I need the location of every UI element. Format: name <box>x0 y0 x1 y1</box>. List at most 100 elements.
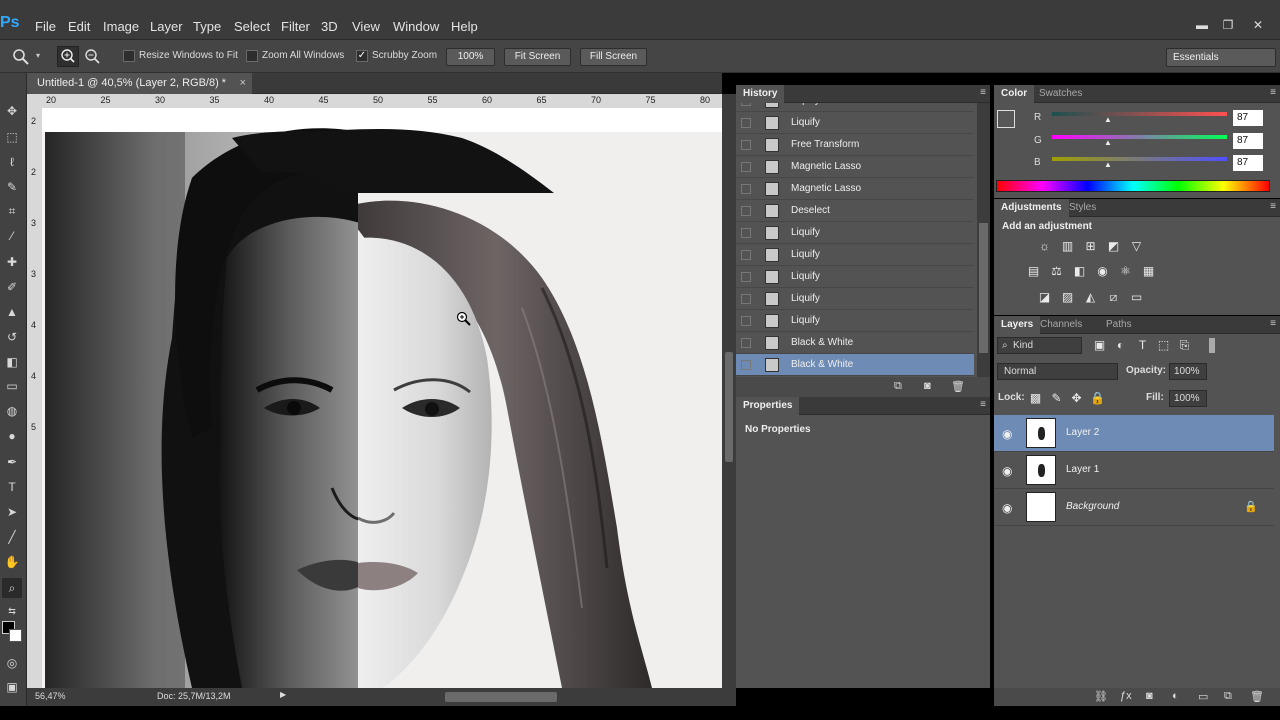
history-item[interactable]: Liquify <box>736 112 974 134</box>
gradient-tool-icon[interactable]: ▭ <box>2 376 22 396</box>
history-source-checkbox[interactable] <box>741 140 751 150</box>
blur-tool-icon[interactable]: ◍ <box>2 401 22 421</box>
fill-screen-button[interactable]: Fill Screen <box>580 48 647 66</box>
layer-row[interactable]: ◉ Layer 1 <box>994 452 1274 489</box>
zoom-tool-icon[interactable]: ⌕ <box>2 578 22 598</box>
new-layer-icon[interactable]: ⧉ <box>1224 690 1232 703</box>
history-source-checkbox[interactable] <box>741 162 751 172</box>
red-value-input[interactable]: 87 <box>1233 110 1263 126</box>
lock-position-icon[interactable]: ✥ <box>1069 391 1084 406</box>
screen-mode-icon[interactable]: ▣ <box>2 677 22 697</box>
green-slider[interactable] <box>1052 135 1227 139</box>
tab-swatches[interactable]: Swatches <box>1032 85 1089 103</box>
layer-style-fx-icon[interactable]: ƒx <box>1120 690 1132 702</box>
crop-tool-icon[interactable]: ⌗ <box>2 201 22 221</box>
tab-color[interactable]: Color <box>994 85 1035 103</box>
blue-slider-thumb[interactable]: ▲ <box>1104 160 1112 169</box>
eyedropper-tool-icon[interactable]: ⁄ <box>2 226 22 246</box>
menu-3d[interactable]: 3D <box>321 19 338 34</box>
filter-smart-object-icon[interactable]: ⎘ <box>1177 338 1192 353</box>
history-item[interactable]: Black & White <box>736 354 974 376</box>
color-panel-menu-icon[interactable]: ≡ <box>1270 87 1276 98</box>
layer-row[interactable]: ◉ Layer 2 <box>994 415 1274 452</box>
brightness-contrast-icon[interactable]: ☼ <box>1037 239 1052 254</box>
dodge-tool-icon[interactable]: ● <box>2 426 22 446</box>
color-lookup-icon[interactable]: ▦ <box>1141 264 1156 279</box>
filter-type-icon[interactable]: T <box>1135 338 1150 353</box>
black-white-icon[interactable]: ◧ <box>1072 264 1087 279</box>
canvas-horizontal-scroll-thumb[interactable] <box>445 692 557 702</box>
visibility-eye-icon[interactable]: ◉ <box>1002 501 1012 515</box>
zoom-tool-icon[interactable] <box>12 48 30 66</box>
zoom-level[interactable]: 56,47% <box>35 691 66 701</box>
delete-state-trash-icon[interactable]: 🗑 <box>951 380 965 393</box>
color-balance-icon[interactable]: ⚖ <box>1049 264 1064 279</box>
add-mask-icon[interactable]: ◙ <box>1146 690 1153 702</box>
blue-slider[interactable] <box>1052 157 1227 161</box>
menu-type[interactable]: Type <box>193 19 221 34</box>
history-source-checkbox[interactable] <box>741 360 751 370</box>
visibility-eye-icon[interactable]: ◉ <box>1002 464 1012 478</box>
delete-layer-trash-icon[interactable]: 🗑 <box>1250 690 1264 703</box>
lasso-tool-icon[interactable]: ℓ <box>2 152 22 172</box>
adjustments-panel-menu-icon[interactable]: ≡ <box>1270 201 1276 212</box>
lock-transparency-icon[interactable]: ▩ <box>1028 391 1043 406</box>
history-item[interactable]: Liquify <box>736 244 974 266</box>
menu-view[interactable]: View <box>352 19 380 34</box>
invert-icon[interactable]: ◪ <box>1037 290 1052 305</box>
history-source-checkbox[interactable] <box>741 103 751 106</box>
move-tool-icon[interactable]: ✥ <box>2 101 22 121</box>
close-document-icon[interactable]: × <box>240 73 246 94</box>
menu-filter[interactable]: Filter <box>281 19 310 34</box>
document-canvas[interactable] <box>42 108 722 688</box>
menu-file[interactable]: File <box>35 19 56 34</box>
blue-value-input[interactable]: 87 <box>1233 155 1263 171</box>
zoom-out-icon[interactable] <box>84 48 102 66</box>
fit-screen-button[interactable]: Fit Screen <box>504 48 571 66</box>
red-slider[interactable] <box>1052 112 1227 116</box>
curves-icon[interactable]: ⊞ <box>1083 239 1098 254</box>
layers-panel-menu-icon[interactable]: ≡ <box>1270 318 1276 329</box>
zoom-all-windows-checkbox[interactable] <box>246 50 258 62</box>
tab-history[interactable]: History <box>736 85 785 103</box>
photo-filter-icon[interactable]: ◉ <box>1095 264 1110 279</box>
layer-name[interactable]: Layer 1 <box>1066 464 1099 475</box>
tab-channels[interactable]: Channels <box>1033 316 1089 334</box>
lock-all-icon[interactable]: 🔒 <box>1090 391 1105 406</box>
posterize-icon[interactable]: ▨ <box>1060 290 1075 305</box>
green-slider-thumb[interactable]: ▲ <box>1104 138 1112 147</box>
eraser-tool-icon[interactable]: ◧ <box>2 352 22 372</box>
properties-panel-menu-icon[interactable]: ≡ <box>980 399 986 410</box>
gradient-map-icon[interactable]: ▭ <box>1129 290 1144 305</box>
visibility-eye-icon[interactable]: ◉ <box>1002 427 1012 441</box>
menu-window[interactable]: Window <box>393 19 439 34</box>
history-source-checkbox[interactable] <box>741 118 751 128</box>
hue-saturation-icon[interactable]: ▤ <box>1026 264 1041 279</box>
snapshot-camera-icon[interactable]: ◙ <box>924 380 931 392</box>
history-source-checkbox[interactable] <box>741 250 751 260</box>
restore-button[interactable]: ❐ <box>1220 18 1236 32</box>
swap-colors-icon[interactable]: ⇆ <box>2 601 22 621</box>
channel-mixer-icon[interactable]: ⚛ <box>1118 264 1133 279</box>
close-window-button[interactable]: ✕ <box>1250 18 1266 32</box>
opacity-input[interactable]: 100% <box>1169 363 1207 380</box>
filter-pixel-icon[interactable]: ▣ <box>1092 338 1107 353</box>
link-layers-icon[interactable]: ⛓ <box>1094 690 1108 703</box>
quick-mask-icon[interactable]: ◎ <box>2 653 22 673</box>
history-brush-tool-icon[interactable]: ↺ <box>2 327 22 347</box>
menu-select[interactable]: Select <box>234 19 270 34</box>
layer-name[interactable]: Layer 2 <box>1066 427 1099 438</box>
tab-adjustments[interactable]: Adjustments <box>994 199 1069 217</box>
foreground-color-chip[interactable] <box>997 110 1015 128</box>
layer-name[interactable]: Background <box>1066 501 1119 512</box>
history-item[interactable]: Liquify <box>736 288 974 310</box>
history-scrollbar[interactable] <box>977 103 990 377</box>
green-value-input[interactable]: 87 <box>1233 133 1263 149</box>
history-item[interactable]: Magnetic Lasso <box>736 178 974 200</box>
tab-paths[interactable]: Paths <box>1099 316 1139 334</box>
history-source-checkbox[interactable] <box>741 338 751 348</box>
tool-preset-chevron-icon[interactable]: ▾ <box>36 51 40 60</box>
history-source-checkbox[interactable] <box>741 316 751 326</box>
history-item[interactable]: Free Transform <box>736 134 974 156</box>
history-item[interactable]: Liquify <box>736 222 974 244</box>
